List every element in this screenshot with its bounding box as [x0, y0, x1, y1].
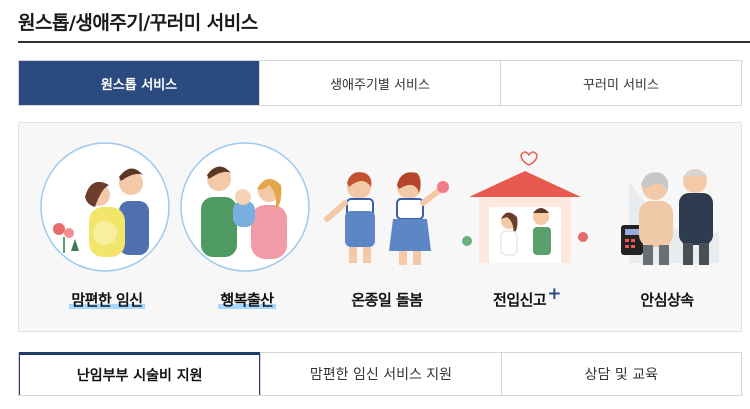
service-inheritance[interactable]: 안심상속	[587, 123, 727, 331]
service-birth[interactable]: 행복출산	[167, 123, 310, 331]
sub-tabs: 난임부부 시술비 지원 맘편한 임신 서비스 지원 상담 및 교육	[18, 352, 742, 396]
subtab-infertility-support[interactable]: 난임부부 시술비 지원	[19, 352, 261, 395]
service-label: 맘편한 임신	[69, 291, 145, 309]
subtab-counseling[interactable]: 상담 및 교육	[500, 352, 741, 395]
main-tabs: 원스톱 서비스 생애주기별 서비스 꾸러미 서비스	[18, 60, 742, 106]
tab-lifecycle[interactable]: 생애주기별 서비스	[259, 61, 500, 105]
service-care[interactable]: 온종일 돌봄	[307, 123, 449, 331]
service-pregnancy[interactable]: 맘편한 임신	[27, 123, 170, 331]
pregnant-couple-illustration	[40, 142, 170, 272]
tab-onestop[interactable]: 원스톱 서비스	[19, 61, 259, 105]
service-label: 전입신고	[493, 291, 547, 309]
children-illustration	[324, 172, 449, 265]
subtab-pregnancy-service[interactable]: 맘편한 임신 서비스 지원	[260, 352, 501, 395]
service-move-in[interactable]: 전입신고+	[447, 123, 588, 331]
services-panel: 맘편한 임신 행복출산 온종일 돌봄 전입신고+ 안심상속	[18, 122, 742, 332]
elderly-couple-illustration	[621, 169, 719, 265]
house-couple-illustration	[462, 151, 588, 263]
service-label: 온종일 돌봄	[351, 291, 423, 309]
family-baby-illustration	[180, 142, 310, 272]
plus-icon: +	[547, 284, 561, 304]
title-divider	[18, 41, 750, 43]
tab-package[interactable]: 꾸러미 서비스	[500, 61, 741, 105]
page-title: 원스톱/생애주기/꾸러미 서비스	[18, 12, 258, 34]
service-label: 행복출산	[218, 291, 276, 309]
service-label: 안심상속	[640, 291, 694, 309]
